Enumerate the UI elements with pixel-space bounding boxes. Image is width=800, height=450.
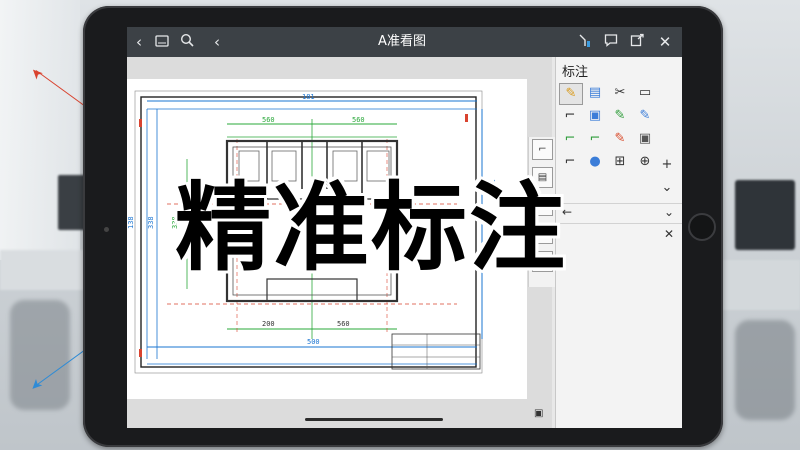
dim-label: 181 bbox=[302, 93, 315, 101]
dim-label: 200 bbox=[262, 320, 275, 328]
tablet-icon[interactable] bbox=[152, 32, 172, 52]
globe-icon[interactable]: ⊕ bbox=[634, 152, 656, 172]
chevron-down-icon[interactable]: ⌄ bbox=[656, 178, 678, 198]
background-chair bbox=[10, 300, 70, 410]
stamp-icon[interactable]: ▣ bbox=[584, 106, 606, 126]
panel-title: 标注 bbox=[562, 65, 589, 80]
eraser-icon[interactable]: ✎ bbox=[559, 83, 583, 105]
dimension-icon[interactable]: ⌐ bbox=[559, 106, 581, 126]
background-monitor bbox=[735, 180, 795, 250]
pen-icon[interactable]: ✎ bbox=[634, 106, 656, 126]
pen-icon[interactable]: ✎ bbox=[609, 106, 631, 126]
dim-label: 560 bbox=[337, 320, 350, 328]
dim-label: 138 bbox=[127, 216, 135, 229]
background-chair bbox=[735, 320, 795, 420]
promo-caption: 精准标注 bbox=[175, 172, 567, 284]
dim-label: 338 bbox=[147, 216, 155, 229]
divider bbox=[556, 223, 682, 224]
annotation-panel: 标注 ✎ ▤ ✂ ▭ ⌐ ▣ ✎ ✎ ⌐ ⌐ ✎ ▣ ⌐ ● ⊞ ⊕ + ⌄ ← ⌄ ✕ bbox=[555, 57, 682, 428]
measure-icon[interactable]: ⌐ bbox=[584, 129, 606, 149]
close-icon[interactable]: ✕ bbox=[664, 227, 674, 241]
table-icon[interactable]: ⊞ bbox=[609, 152, 631, 172]
back-icon[interactable]: ‹ bbox=[129, 32, 149, 52]
layout-tool-button[interactable]: ⌐ bbox=[532, 139, 553, 160]
top-bar: ‹ ‹ A准看图 ✕ bbox=[127, 27, 682, 57]
folder-icon[interactable]: ▭ bbox=[634, 83, 656, 103]
scissors-icon[interactable]: ✂ bbox=[609, 83, 631, 103]
polyline-icon[interactable]: ⌐ bbox=[559, 129, 581, 149]
chevron-down-icon[interactable]: ⌄ bbox=[664, 205, 674, 219]
dim-label: 500 bbox=[307, 338, 320, 346]
app-title: A准看图 bbox=[378, 34, 426, 49]
chevron-left-icon[interactable]: ‹ bbox=[207, 32, 227, 52]
rectangle-icon[interactable]: ⌐ bbox=[559, 152, 581, 172]
export-icon[interactable] bbox=[627, 32, 647, 52]
close-icon[interactable]: ✕ bbox=[655, 32, 675, 52]
dim-label: 560 bbox=[262, 116, 275, 124]
home-button[interactable] bbox=[688, 213, 716, 241]
comment-icon[interactable] bbox=[601, 32, 621, 52]
plus-icon[interactable]: + bbox=[656, 155, 678, 175]
layout-icon[interactable] bbox=[575, 32, 595, 52]
highlight-icon[interactable]: ● bbox=[584, 152, 606, 172]
divider bbox=[556, 203, 682, 204]
dim-label: 560 bbox=[352, 116, 365, 124]
horizontal-scrollbar[interactable] bbox=[305, 418, 443, 421]
background-desk bbox=[715, 260, 800, 310]
page-icon[interactable]: ▣ bbox=[534, 408, 543, 419]
search-icon[interactable] bbox=[177, 32, 197, 52]
tablet-camera bbox=[104, 227, 109, 232]
page-icon[interactable]: ▤ bbox=[584, 83, 606, 103]
background-desk bbox=[0, 250, 90, 290]
image-icon[interactable]: ▣ bbox=[634, 129, 656, 149]
brush-icon[interactable]: ✎ bbox=[609, 129, 631, 149]
